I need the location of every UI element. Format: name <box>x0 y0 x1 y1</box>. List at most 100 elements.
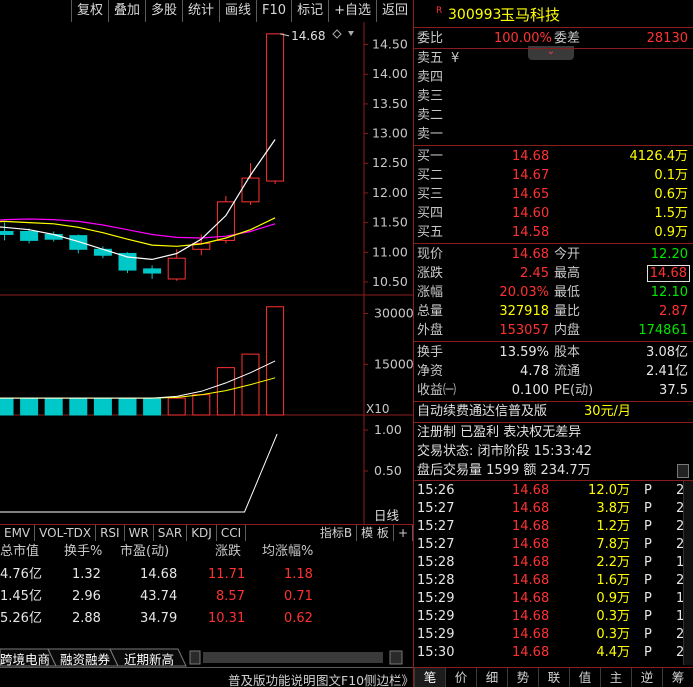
tick-scrollbar[interactable] <box>683 481 693 665</box>
indicator-tab-wr[interactable]: WR <box>125 525 154 541</box>
fund-label: 股本 <box>554 345 581 360</box>
price-axis-label: 11.00 <box>372 244 408 259</box>
tab-reverse[interactable]: 逆 <box>631 668 662 687</box>
bid-price: 14.65 <box>512 187 550 202</box>
fund-label: 换手 <box>417 345 444 360</box>
high-price: 14.68 <box>646 265 690 282</box>
toolbar-back-button[interactable]: 返回 <box>375 0 413 22</box>
header-turnover[interactable]: 换手% <box>64 541 102 563</box>
price-axis-label: 12.00 <box>372 185 408 200</box>
tab-chips[interactable]: 筹 <box>662 668 693 687</box>
kline-chart[interactable]: 14.50 14.00 13.50 13.00 12.50 12.00 11.50 11.00… <box>0 22 413 524</box>
open-price: 12.20 <box>650 247 688 262</box>
dropdown-triangle-icon <box>348 31 354 36</box>
toolbar-add-watchlist-button[interactable]: +自选 <box>328 0 376 22</box>
volume-axis-label: 30000 <box>374 306 413 321</box>
f10-link[interactable]: 图文F10 <box>316 670 364 687</box>
tick-price: 14.68 <box>512 555 550 570</box>
indicator-tab-vol-tdx[interactable]: VOL-TDX <box>35 525 97 541</box>
stat-label: 内盘 <box>554 323 581 338</box>
toolbar-multi-stock-button[interactable]: 多股 <box>144 0 182 22</box>
volume-bar <box>266 306 285 416</box>
stat-label: 总量 <box>417 304 444 319</box>
indicator-tab-emv[interactable]: EMV <box>0 525 36 541</box>
indicator-tab-sar[interactable]: SAR <box>154 525 188 541</box>
toolbar-mark-button[interactable]: 标记 <box>291 0 328 22</box>
indicator-tab-cci[interactable]: CCI <box>217 525 247 541</box>
bid-row-2[interactable]: 买二 14.67 0.1万 <box>414 166 693 185</box>
header-pe[interactable]: 市盈(动) <box>120 541 169 563</box>
tab-related[interactable]: 联 <box>538 668 569 687</box>
stat-label: 最低 <box>554 285 581 300</box>
price-change: 2.45 <box>520 266 549 281</box>
sector-tab-recent-highs[interactable]: 近期新高 <box>124 649 174 668</box>
help-link[interactable]: 普及版功能说明 <box>228 670 316 687</box>
toolbar-stats-button[interactable]: 统计 <box>182 0 219 22</box>
bid-price: 14.58 <box>512 225 550 240</box>
ask-row-5[interactable]: 卖五 ¥ <box>414 49 693 68</box>
volume-bar <box>118 397 137 416</box>
stat-label: 量比 <box>554 304 581 319</box>
sector-tab-cross-border-ecommerce[interactable]: 跨境电商 <box>0 649 50 668</box>
fund-row-nav: 净资 4.78 流通 2.41亿 <box>414 362 693 381</box>
indicator-tab-kdj[interactable]: KDJ <box>187 525 217 541</box>
sector-tab-margin-trading[interactable]: 融资融券 <box>60 649 110 668</box>
chart-toolbar: 复权 叠加 多股 统计 画线 F10 标记 +自选 返回 <box>0 0 413 22</box>
table-row[interactable]: 1.45亿 2.96 43.74 8.57 0.71 <box>0 586 413 608</box>
fund-label: PE(动) <box>554 383 594 398</box>
indicator-b-button[interactable]: 指标B <box>316 525 358 541</box>
indicator-tab-rsi[interactable]: RSI <box>96 525 125 541</box>
stat-label: 外盘 <box>417 323 444 338</box>
bid-row-4[interactable]: 买四 14.60 1.5万 <box>414 204 693 223</box>
quote-bottom-tabs: 笔 价 细 势 联 值 主 逆 筹 <box>414 667 693 687</box>
promo-subscription[interactable]: 自动续费通达信普及版 30元/月 <box>414 402 693 422</box>
tick-price: 14.68 <box>512 519 550 534</box>
tab-main[interactable]: 主 <box>600 668 631 687</box>
toolbar-f10-button[interactable]: F10 <box>256 0 291 22</box>
header-change[interactable]: 涨跌 <box>215 541 241 563</box>
volume-layer <box>0 306 285 416</box>
chart-grid <box>0 22 413 524</box>
tick-row: 15:29 14.68 0.3万 P 2 <box>414 626 693 644</box>
add-indicator-button[interactable]: + <box>394 525 413 541</box>
bid-label: 买三 <box>417 187 444 202</box>
indicator-tab-bar: EMV VOL-TDX RSI WR SAR KDJ CCI 指标B 模 板 + <box>0 524 413 541</box>
tab-value[interactable]: 值 <box>569 668 600 687</box>
tab-ticks[interactable]: 笔 <box>414 668 445 687</box>
tab-detail[interactable]: 细 <box>476 668 507 687</box>
tab-price[interactable]: 价 <box>445 668 476 687</box>
table-row[interactable]: 5.26亿 2.88 34.79 10.31 0.62 <box>0 608 413 630</box>
toolbar-overlay-button[interactable]: 叠加 <box>107 0 145 22</box>
tick-flag: P <box>644 483 652 498</box>
header-avg-change[interactable]: 均涨幅% <box>262 541 313 563</box>
ask-row-2[interactable]: 卖二 <box>414 106 693 125</box>
pct-change: 20.03% <box>499 285 549 300</box>
tick-flag: P <box>644 627 652 642</box>
bid-row-3[interactable]: 买三 14.65 0.6万 <box>414 185 693 204</box>
ask-row-1[interactable]: 卖一 <box>414 125 693 144</box>
ask-row-4[interactable]: 卖四 <box>414 68 693 87</box>
bid-row-1[interactable]: 买一 14.68 4126.4万 <box>414 147 693 166</box>
bid-label: 买一 <box>417 149 444 164</box>
rzrq-flag: R <box>436 6 443 16</box>
table-row[interactable]: 4.76亿 1.32 14.68 11.71 1.18 <box>0 564 413 586</box>
tick-time: 15:29 <box>417 627 455 642</box>
tick-price: 14.68 <box>512 501 550 516</box>
template-button[interactable]: 模 板 <box>357 525 394 541</box>
fund-label: 流通 <box>554 364 581 379</box>
wecha-value: 28130 <box>646 31 688 46</box>
toolbar-fuquan-button[interactable]: 复权 <box>70 0 108 22</box>
sidebar-toggle[interactable]: 侧边栏》 <box>364 670 414 687</box>
turnover-value: 13.59% <box>499 345 549 360</box>
tab-trend[interactable]: 势 <box>507 668 538 687</box>
stat-row-change: 涨跌 2.45 最高 14.68 <box>414 264 693 283</box>
expand-button[interactable] <box>677 464 689 478</box>
header-market-cap[interactable]: 总市值 <box>0 541 39 563</box>
cell-avg-change: 1.18 <box>284 567 313 582</box>
ask-row-3[interactable]: 卖三 <box>414 87 693 106</box>
stat-label: 涨幅 <box>417 285 444 300</box>
toolbar-draw-button[interactable]: 画线 <box>219 0 256 22</box>
bid-row-5[interactable]: 买五 14.58 0.9万 <box>414 223 693 242</box>
cell-avg-change: 0.62 <box>284 611 313 626</box>
cell-market-cap: 1.45亿 <box>0 589 42 604</box>
